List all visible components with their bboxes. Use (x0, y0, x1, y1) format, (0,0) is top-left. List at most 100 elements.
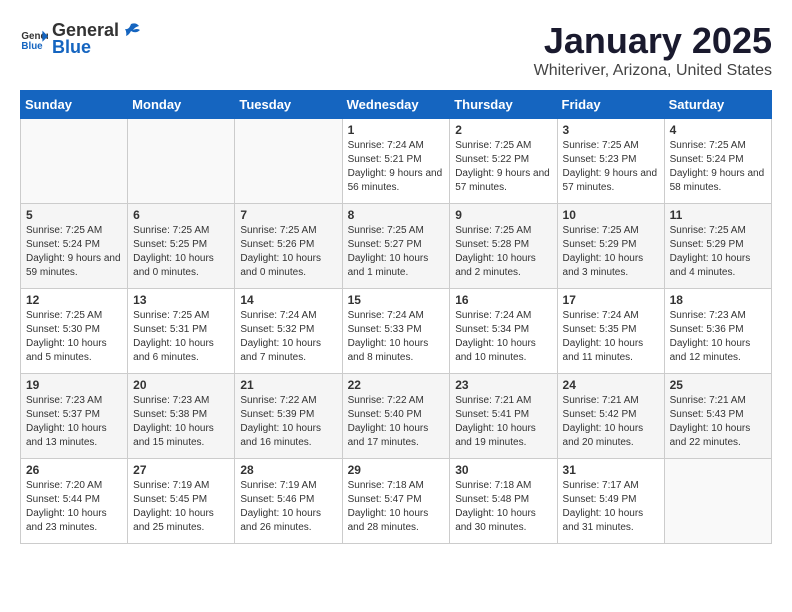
day-number: 12 (26, 293, 122, 307)
calendar-cell: 7 Sunrise: 7:25 AM Sunset: 5:26 PM Dayli… (235, 204, 342, 289)
calendar-cell: 25 Sunrise: 7:21 AM Sunset: 5:43 PM Dayl… (664, 374, 771, 459)
day-info: Sunrise: 7:22 AM Sunset: 5:39 PM Dayligh… (240, 394, 336, 450)
day-number: 1 (348, 123, 445, 137)
day-info: Sunrise: 7:23 AM Sunset: 5:36 PM Dayligh… (670, 309, 766, 365)
day-number: 31 (563, 463, 659, 477)
logo-icon: General Blue (20, 25, 48, 53)
calendar-cell: 6 Sunrise: 7:25 AM Sunset: 5:25 PM Dayli… (128, 204, 235, 289)
day-number: 3 (563, 123, 659, 137)
calendar-cell: 20 Sunrise: 7:23 AM Sunset: 5:38 PM Dayl… (128, 374, 235, 459)
calendar-week-4: 19 Sunrise: 7:23 AM Sunset: 5:37 PM Dayl… (21, 374, 772, 459)
day-info: Sunrise: 7:17 AM Sunset: 5:49 PM Dayligh… (563, 479, 659, 535)
day-number: 24 (563, 378, 659, 392)
day-number: 16 (455, 293, 551, 307)
calendar-cell: 4 Sunrise: 7:25 AM Sunset: 5:24 PM Dayli… (664, 119, 771, 204)
day-number: 4 (670, 123, 766, 137)
calendar-cell (235, 119, 342, 204)
calendar-cell: 11 Sunrise: 7:25 AM Sunset: 5:29 PM Dayl… (664, 204, 771, 289)
day-number: 17 (563, 293, 659, 307)
header-sunday: Sunday (21, 91, 128, 119)
day-number: 14 (240, 293, 336, 307)
calendar-cell: 2 Sunrise: 7:25 AM Sunset: 5:22 PM Dayli… (450, 119, 557, 204)
day-info: Sunrise: 7:25 AM Sunset: 5:29 PM Dayligh… (670, 224, 766, 280)
calendar-cell (664, 459, 771, 544)
calendar-cell: 29 Sunrise: 7:18 AM Sunset: 5:47 PM Dayl… (342, 459, 450, 544)
day-number: 21 (240, 378, 336, 392)
day-info: Sunrise: 7:19 AM Sunset: 5:46 PM Dayligh… (240, 479, 336, 535)
calendar-cell: 8 Sunrise: 7:25 AM Sunset: 5:27 PM Dayli… (342, 204, 450, 289)
header-monday: Monday (128, 91, 235, 119)
day-info: Sunrise: 7:21 AM Sunset: 5:43 PM Dayligh… (670, 394, 766, 450)
day-number: 25 (670, 378, 766, 392)
day-number: 15 (348, 293, 445, 307)
calendar-cell: 24 Sunrise: 7:21 AM Sunset: 5:42 PM Dayl… (557, 374, 664, 459)
day-info: Sunrise: 7:24 AM Sunset: 5:33 PM Dayligh… (348, 309, 445, 365)
calendar-cell: 30 Sunrise: 7:18 AM Sunset: 5:48 PM Dayl… (450, 459, 557, 544)
day-info: Sunrise: 7:25 AM Sunset: 5:25 PM Dayligh… (133, 224, 229, 280)
day-info: Sunrise: 7:22 AM Sunset: 5:40 PM Dayligh… (348, 394, 445, 450)
calendar-cell: 3 Sunrise: 7:25 AM Sunset: 5:23 PM Dayli… (557, 119, 664, 204)
day-number: 29 (348, 463, 445, 477)
day-info: Sunrise: 7:25 AM Sunset: 5:29 PM Dayligh… (563, 224, 659, 280)
calendar-cell: 17 Sunrise: 7:24 AM Sunset: 5:35 PM Dayl… (557, 289, 664, 374)
calendar-cell: 21 Sunrise: 7:22 AM Sunset: 5:39 PM Dayl… (235, 374, 342, 459)
calendar-cell: 23 Sunrise: 7:21 AM Sunset: 5:41 PM Dayl… (450, 374, 557, 459)
day-number: 6 (133, 208, 229, 222)
calendar-cell: 5 Sunrise: 7:25 AM Sunset: 5:24 PM Dayli… (21, 204, 128, 289)
day-info: Sunrise: 7:24 AM Sunset: 5:34 PM Dayligh… (455, 309, 551, 365)
day-number: 28 (240, 463, 336, 477)
day-info: Sunrise: 7:23 AM Sunset: 5:38 PM Dayligh… (133, 394, 229, 450)
day-info: Sunrise: 7:25 AM Sunset: 5:23 PM Dayligh… (563, 139, 659, 195)
calendar-cell (128, 119, 235, 204)
calendar-cell: 13 Sunrise: 7:25 AM Sunset: 5:31 PM Dayl… (128, 289, 235, 374)
header-friday: Friday (557, 91, 664, 119)
day-info: Sunrise: 7:25 AM Sunset: 5:27 PM Dayligh… (348, 224, 445, 280)
day-info: Sunrise: 7:25 AM Sunset: 5:24 PM Dayligh… (670, 139, 766, 195)
day-info: Sunrise: 7:23 AM Sunset: 5:37 PM Dayligh… (26, 394, 122, 450)
day-info: Sunrise: 7:18 AM Sunset: 5:48 PM Dayligh… (455, 479, 551, 535)
calendar-title: January 2025 (534, 20, 772, 62)
day-info: Sunrise: 7:25 AM Sunset: 5:28 PM Dayligh… (455, 224, 551, 280)
day-info: Sunrise: 7:21 AM Sunset: 5:41 PM Dayligh… (455, 394, 551, 450)
header-wednesday: Wednesday (342, 91, 450, 119)
day-number: 20 (133, 378, 229, 392)
calendar-cell: 14 Sunrise: 7:24 AM Sunset: 5:32 PM Dayl… (235, 289, 342, 374)
calendar-cell: 10 Sunrise: 7:25 AM Sunset: 5:29 PM Dayl… (557, 204, 664, 289)
day-number: 18 (670, 293, 766, 307)
calendar-subtitle: Whiteriver, Arizona, United States (534, 62, 772, 80)
calendar-cell: 31 Sunrise: 7:17 AM Sunset: 5:49 PM Dayl… (557, 459, 664, 544)
day-number: 9 (455, 208, 551, 222)
calendar-table: Sunday Monday Tuesday Wednesday Thursday… (20, 90, 772, 544)
calendar-week-5: 26 Sunrise: 7:20 AM Sunset: 5:44 PM Dayl… (21, 459, 772, 544)
day-info: Sunrise: 7:21 AM Sunset: 5:42 PM Dayligh… (563, 394, 659, 450)
day-info: Sunrise: 7:19 AM Sunset: 5:45 PM Dayligh… (133, 479, 229, 535)
day-info: Sunrise: 7:25 AM Sunset: 5:22 PM Dayligh… (455, 139, 551, 195)
day-number: 22 (348, 378, 445, 392)
calendar-cell: 16 Sunrise: 7:24 AM Sunset: 5:34 PM Dayl… (450, 289, 557, 374)
day-number: 23 (455, 378, 551, 392)
day-number: 26 (26, 463, 122, 477)
day-number: 30 (455, 463, 551, 477)
calendar-cell: 18 Sunrise: 7:23 AM Sunset: 5:36 PM Dayl… (664, 289, 771, 374)
day-info: Sunrise: 7:20 AM Sunset: 5:44 PM Dayligh… (26, 479, 122, 535)
header: General Blue General Blue January 2025 W… (20, 20, 772, 80)
calendar-week-2: 5 Sunrise: 7:25 AM Sunset: 5:24 PM Dayli… (21, 204, 772, 289)
day-number: 10 (563, 208, 659, 222)
calendar-cell: 22 Sunrise: 7:22 AM Sunset: 5:40 PM Dayl… (342, 374, 450, 459)
day-number: 19 (26, 378, 122, 392)
day-number: 27 (133, 463, 229, 477)
calendar-cell: 9 Sunrise: 7:25 AM Sunset: 5:28 PM Dayli… (450, 204, 557, 289)
calendar-week-3: 12 Sunrise: 7:25 AM Sunset: 5:30 PM Dayl… (21, 289, 772, 374)
calendar-cell: 28 Sunrise: 7:19 AM Sunset: 5:46 PM Dayl… (235, 459, 342, 544)
calendar-cell: 1 Sunrise: 7:24 AM Sunset: 5:21 PM Dayli… (342, 119, 450, 204)
day-info: Sunrise: 7:24 AM Sunset: 5:35 PM Dayligh… (563, 309, 659, 365)
svg-text:Blue: Blue (21, 41, 43, 52)
day-number: 11 (670, 208, 766, 222)
day-number: 8 (348, 208, 445, 222)
day-info: Sunrise: 7:25 AM Sunset: 5:31 PM Dayligh… (133, 309, 229, 365)
day-info: Sunrise: 7:24 AM Sunset: 5:32 PM Dayligh… (240, 309, 336, 365)
header-tuesday: Tuesday (235, 91, 342, 119)
header-thursday: Thursday (450, 91, 557, 119)
day-number: 13 (133, 293, 229, 307)
day-info: Sunrise: 7:18 AM Sunset: 5:47 PM Dayligh… (348, 479, 445, 535)
